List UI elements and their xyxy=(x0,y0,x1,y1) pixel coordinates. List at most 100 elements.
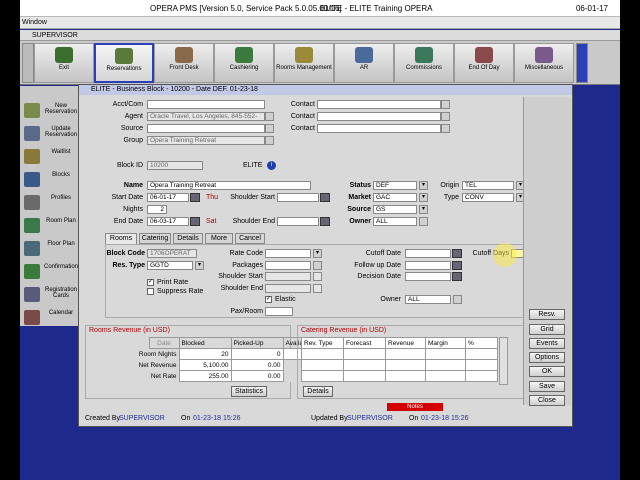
ok-button[interactable]: OK xyxy=(529,366,565,377)
nights-field[interactable]: 2 xyxy=(147,205,167,214)
packages-field[interactable] xyxy=(265,261,311,270)
sidebar-item-registration-cards[interactable]: Registration Cards xyxy=(22,284,80,305)
start-date-calendar-icon[interactable] xyxy=(190,193,200,202)
agent-lov-button[interactable] xyxy=(265,112,274,121)
toolbar-scroll-right[interactable] xyxy=(576,43,588,83)
tab-details[interactable]: Details xyxy=(173,233,203,244)
contact-lov-button-2[interactable] xyxy=(441,112,450,121)
status-dropdown[interactable]: ▾ xyxy=(419,181,428,190)
source-field[interactable] xyxy=(147,124,265,133)
notes-button[interactable]: Notes xyxy=(387,403,443,411)
agent-field[interactable]: Oracle Travel, Los Angeles, 845-552- xyxy=(147,112,265,121)
contact-lov-button-3[interactable] xyxy=(441,124,450,133)
shoulder-start-field[interactable] xyxy=(277,193,319,202)
sidebar-item-profiles[interactable]: Profiles xyxy=(22,192,80,213)
elastic-checkbox[interactable]: ✓ xyxy=(265,296,272,303)
cutoff-date-field[interactable] xyxy=(405,249,451,258)
group-lov-button[interactable] xyxy=(265,136,274,145)
statistics-button[interactable]: Statistics xyxy=(231,386,267,397)
rooms-owner-lov-button[interactable] xyxy=(453,295,462,304)
tab-cancel[interactable]: Cancel xyxy=(235,233,265,244)
toolbar-reservations-button[interactable]: Reservations xyxy=(94,43,154,83)
decision-date-field[interactable] xyxy=(405,272,451,281)
rooms-owner-field[interactable]: ALL xyxy=(405,295,451,304)
source-code-dropdown[interactable]: ▾ xyxy=(419,205,428,214)
toolbar-rooms-management-button[interactable]: Rooms Management xyxy=(274,43,334,83)
blocked-cell[interactable]: 20 xyxy=(178,348,232,360)
blocked-cell[interactable]: 5,100.00 xyxy=(178,359,232,371)
sidebar-item-blocks[interactable]: Blocks xyxy=(22,169,80,190)
followup-date-field[interactable] xyxy=(405,261,451,270)
toolbar-scroll-left[interactable] xyxy=(22,43,34,83)
end-date-field[interactable]: 06-03-17 xyxy=(147,217,189,226)
tab-rooms[interactable]: Rooms xyxy=(105,233,137,244)
res-type-field[interactable]: GGTD xyxy=(147,261,193,270)
end-of-day-icon xyxy=(475,47,493,63)
status-field[interactable]: DEF xyxy=(373,181,417,190)
toolbar-cashiering-button[interactable]: Cashiering xyxy=(214,43,274,83)
group-field[interactable]: Opera Training Retreat xyxy=(147,136,265,145)
toolbar-front-desk-button[interactable]: Front Desk xyxy=(154,43,214,83)
date-header[interactable]: Date xyxy=(148,337,180,349)
contact-field-2[interactable] xyxy=(317,112,441,121)
decision-date-calendar-icon[interactable] xyxy=(452,272,462,281)
acct-field[interactable] xyxy=(147,100,265,109)
toolbar-exit-button[interactable]: Exit xyxy=(34,43,94,83)
pax-room-field[interactable] xyxy=(265,307,293,316)
tab-catering[interactable]: Catering xyxy=(139,233,171,244)
source-code-field[interactable]: GS xyxy=(373,205,417,214)
sidebar-item-update-reservation[interactable]: Update Reservation xyxy=(22,123,80,144)
contact-field-1[interactable] xyxy=(317,100,441,109)
cutoff-date-calendar-icon[interactable] xyxy=(452,249,462,258)
followup-date-calendar-icon[interactable] xyxy=(452,261,462,270)
created-by-value: SUPERVISOR xyxy=(119,415,165,422)
owner-lov-button[interactable] xyxy=(419,217,428,226)
table-row[interactable] xyxy=(301,348,498,360)
rate-code-field[interactable] xyxy=(265,249,311,258)
resv-button[interactable]: Resv. xyxy=(529,309,565,320)
table-row[interactable] xyxy=(301,359,498,371)
sidebar-item-room-plan[interactable]: Room Plan xyxy=(22,215,80,236)
options-button[interactable]: Options xyxy=(529,352,565,363)
print-rate-checkbox[interactable]: ✓ xyxy=(147,279,154,286)
catering-scrollbar[interactable] xyxy=(499,337,508,385)
tab-more[interactable]: More xyxy=(205,233,233,244)
market-dropdown[interactable]: ▾ xyxy=(419,193,428,202)
origin-field[interactable]: TEL xyxy=(462,181,514,190)
grid-button[interactable]: Grid xyxy=(529,324,565,335)
end-date-calendar-icon[interactable] xyxy=(190,217,200,226)
row-label: Net Rate xyxy=(150,372,177,380)
name-field[interactable]: Opera Training Retreat xyxy=(147,181,311,190)
info-icon[interactable]: i xyxy=(267,161,276,170)
cashiering-icon xyxy=(235,47,253,63)
blocked-cell[interactable]: 255.00 xyxy=(178,370,232,382)
start-date-field[interactable]: 06-01-17 xyxy=(147,193,189,202)
packages-lov-button[interactable] xyxy=(313,261,322,270)
sidebar-item-floor-plan[interactable]: Floor Plan xyxy=(22,238,80,259)
sidebar-item-confirmation[interactable]: Confirmation xyxy=(22,261,80,282)
confirmation-icon xyxy=(24,264,40,279)
close-button[interactable]: Close xyxy=(529,395,565,406)
block-code-field[interactable]: 1706OPERAT xyxy=(147,249,197,258)
menu-window[interactable]: Window xyxy=(22,19,47,26)
market-field[interactable]: GAC xyxy=(373,193,417,202)
sidebar-item-new-reservation[interactable]: New Reservation xyxy=(22,100,80,121)
rate-code-dropdown[interactable]: ▾ xyxy=(313,249,322,258)
type-field[interactable]: CONV xyxy=(462,193,514,202)
toolbar-end-of-day-button[interactable]: End Of Day xyxy=(454,43,514,83)
shoulder-end-field[interactable] xyxy=(277,217,319,226)
events-button[interactable]: Events xyxy=(529,338,565,349)
details-button[interactable]: Details xyxy=(303,386,333,397)
sidebar-item-waitlist[interactable]: Waitlist xyxy=(22,146,80,167)
sidebar-item-calendar[interactable]: Calendar xyxy=(22,307,80,328)
toolbar-miscellaneous-button[interactable]: Miscellaneous xyxy=(514,43,574,83)
table-row[interactable] xyxy=(301,370,498,382)
toolbar-ar-button[interactable]: AR xyxy=(334,43,394,83)
contact-lov-button-1[interactable] xyxy=(441,100,450,109)
owner-field[interactable]: ALL xyxy=(373,217,417,226)
save-button[interactable]: Save xyxy=(529,381,565,392)
toolbar-commissions-button[interactable]: Commissions xyxy=(394,43,454,83)
source-lov-button[interactable] xyxy=(265,124,274,133)
contact-field-3[interactable] xyxy=(317,124,441,133)
suppress-rate-checkbox[interactable] xyxy=(147,288,154,295)
